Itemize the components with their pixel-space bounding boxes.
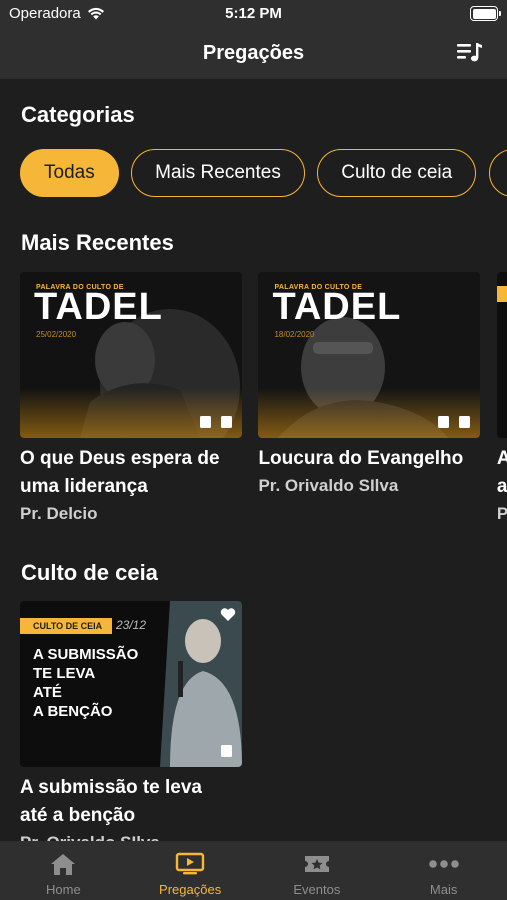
chip-culto-de-ceia[interactable]: Culto de ceia: [317, 149, 477, 197]
music-note-icon: [221, 745, 232, 757]
clock: 5:12 PM: [225, 5, 282, 22]
recent-row: PALAVRA DO CULTO DE TADEL 25/02/2020 O q…: [20, 272, 507, 524]
recent-title: Mais Recentes: [21, 230, 174, 255]
heart-logo-icon: [220, 608, 236, 621]
ceia-row: CULTO DE CEIA 23/12 A SUBMISSÃO TE LEVA …: [20, 601, 507, 841]
ceia-title: Culto de ceia: [21, 560, 158, 585]
tab-mais[interactable]: Mais: [380, 841, 507, 900]
sermon-author: Pr. Orivaldo SIlva: [258, 476, 399, 495]
thumb-date: 18/02/2020: [274, 330, 315, 339]
music-note-icon: [459, 416, 471, 428]
status-bar: Operadora 5:12 PM: [0, 0, 507, 28]
thumb-headline: A SUBMISSÃO TE LEVA ATÉ A BENÇÃO: [33, 646, 139, 720]
chip-todas[interactable]: Todas: [20, 149, 119, 197]
tab-label: Pregações: [159, 882, 222, 897]
nav-bar: Pregações: [0, 34, 507, 74]
document-icon: [200, 416, 211, 428]
document-icon: [438, 416, 450, 428]
ellipsis-icon: [428, 860, 459, 868]
page-title: Pregações: [202, 42, 305, 64]
category-chips: Todas Mais Recentes Culto de ceia: [20, 149, 507, 199]
tab-label: Home: [46, 882, 81, 897]
sermon-thumbnail: PALAVRA DO CULTO DE TADEL 18/02/2020: [258, 272, 481, 438]
categories-title: Categorias: [21, 102, 135, 127]
sermon-card[interactable]: A at Pr: [496, 272, 507, 524]
ticket-star-icon: [304, 856, 329, 872]
top-bar: Operadora 5:12 PM Pregações: [0, 0, 507, 79]
sermon-thumbnail: PALAVRA DO CULTO DE TADEL 25/02/2020: [20, 272, 242, 438]
sermon-card[interactable]: PALAVRA DO CULTO DE TADEL 25/02/2020 O q…: [20, 272, 242, 524]
sermon-card[interactable]: PALAVRA DO CULTO DE TADEL 18/02/2020 Lou…: [258, 272, 481, 496]
battery-icon: [470, 6, 501, 21]
sermon-title: A at: [496, 448, 507, 497]
sermon-title: Loucura do Evangelho: [258, 448, 464, 469]
sermon-author: Pr. Delcio: [20, 504, 98, 523]
music-note-icon: [221, 416, 232, 428]
playlist-icon[interactable]: [457, 41, 483, 65]
sermon-author: Pr. Orivaldo SIlva: [20, 833, 242, 841]
tv-play-icon: [175, 852, 205, 875]
chip-more[interactable]: [488, 149, 507, 197]
tab-home[interactable]: Home: [0, 841, 127, 900]
sermon-card[interactable]: CULTO DE CEIA 23/12 A SUBMISSÃO TE LEVA …: [20, 601, 242, 841]
tab-label: Mais: [429, 882, 458, 897]
thumb-date: 25/02/2020: [36, 330, 77, 339]
chip-mais-recentes[interactable]: Mais Recentes: [131, 149, 305, 197]
thumb-title: TADEL: [34, 286, 163, 328]
sermon-author: Pr: [496, 504, 507, 523]
sermon-title: O que Deus espera de uma liderança: [20, 448, 220, 497]
tab-bar: Home Pregações Eventos Mais: [0, 841, 507, 900]
sermon-title: A submissão te leva até a benção: [20, 777, 202, 826]
thumb-title: TADEL: [272, 286, 402, 328]
tab-label: Eventos: [293, 882, 341, 897]
house-icon: [51, 854, 76, 875]
tab-pregacoes[interactable]: Pregações: [127, 841, 254, 900]
ceia-date: 23/12: [116, 618, 147, 632]
ceia-tag: CULTO DE CEIA: [20, 618, 112, 634]
tab-eventos[interactable]: Eventos: [254, 841, 381, 900]
sermon-thumbnail: [496, 272, 507, 438]
sermon-thumbnail: CULTO DE CEIA 23/12 A SUBMISSÃO TE LEVA …: [20, 601, 242, 767]
